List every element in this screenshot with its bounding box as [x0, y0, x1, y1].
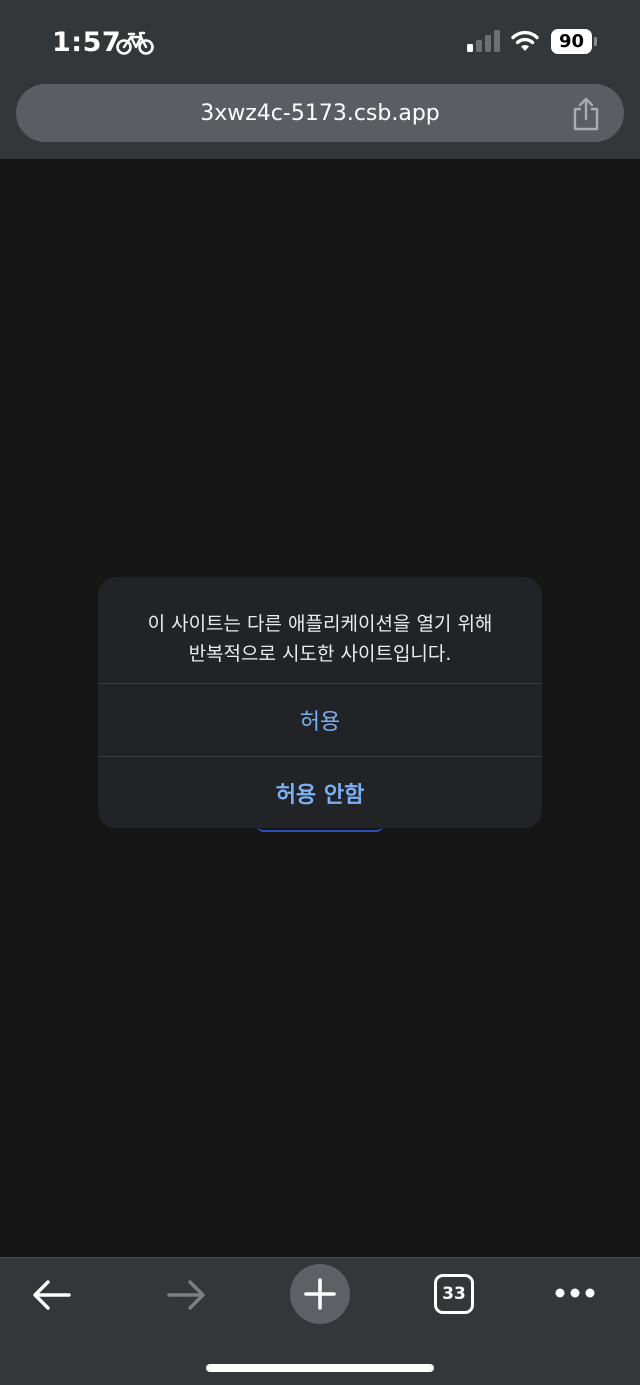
- new-tab-button[interactable]: [290, 1264, 350, 1324]
- share-icon[interactable]: [571, 97, 601, 131]
- bicycle-icon: [116, 31, 154, 55]
- deny-button[interactable]: 허용 안함: [98, 757, 542, 828]
- dialog-message: 이 사이트는 다른 애플리케이션을 열기 위해 반복적으로 시도한 사이트입니다…: [118, 609, 522, 669]
- more-icon[interactable]: [554, 1286, 596, 1300]
- status-time: 1:57: [52, 27, 122, 58]
- dialog-message-line2: 반복적으로 시도한 사이트입니다.: [188, 643, 452, 665]
- battery-tip: [594, 37, 597, 46]
- dialog-message-line1: 이 사이트는 다른 애플리케이션을 열기 위해: [147, 613, 493, 635]
- url-text[interactable]: 3xwz4c-5173.csb.app: [16, 84, 624, 142]
- screen: 1:57 90 3xwz4c-5173.csb.app 이 사이트는 다른 애플…: [0, 0, 640, 1385]
- browser-bottom-toolbar: 33: [0, 1257, 640, 1385]
- forward-arrow-icon[interactable]: [166, 1278, 206, 1312]
- browser-top-chrome: 1:57 90 3xwz4c-5173.csb.app: [0, 0, 640, 159]
- back-arrow-icon[interactable]: [32, 1278, 72, 1312]
- cellular-signal-icon: [467, 30, 500, 52]
- battery-level: 90: [551, 29, 592, 54]
- wifi-icon: [511, 30, 539, 51]
- open-app-dialog: 이 사이트는 다른 애플리케이션을 열기 위해 반복적으로 시도한 사이트입니다…: [98, 577, 542, 828]
- battery-icon: 90: [551, 29, 597, 54]
- plus-icon: [304, 1278, 336, 1310]
- tabs-button[interactable]: 33: [434, 1274, 474, 1314]
- home-indicator[interactable]: [206, 1364, 434, 1372]
- allow-button[interactable]: 허용: [98, 684, 542, 756]
- url-bar[interactable]: 3xwz4c-5173.csb.app: [16, 84, 624, 142]
- status-bar: 1:57 90: [0, 0, 640, 80]
